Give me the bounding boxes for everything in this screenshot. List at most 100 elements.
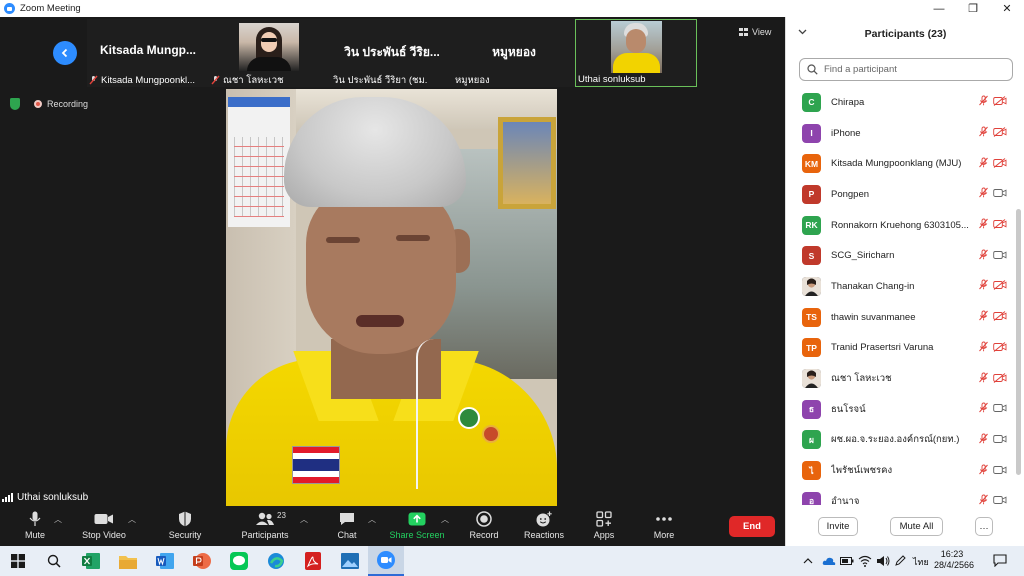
participant-row[interactable]: C Chirapa [786,87,1014,118]
mic-off-icon[interactable] [978,308,989,326]
participant-search[interactable] [799,58,1013,81]
more-button[interactable]: More [629,510,699,544]
file-explorer-icon[interactable] [118,551,138,571]
participant-photo [611,21,662,73]
end-meeting-button[interactable]: End [729,516,775,537]
thumbnail-tile-active-speaker[interactable]: Uthai sonluksub [575,19,697,87]
participants-button[interactable]: Participants [230,510,300,544]
taskbar-search-icon[interactable] [44,551,64,571]
pen-icon[interactable] [894,555,906,567]
mic-off-icon[interactable] [978,124,989,142]
participant-row[interactable]: TS thawin suvanmanee [786,302,1014,333]
participant-row[interactable]: P Pongpen [786,179,1014,210]
grid-view-icon [739,28,748,36]
zoom-taskbar-icon[interactable] [368,546,404,576]
cam-icon[interactable] [993,185,1007,203]
search-input[interactable] [824,64,1004,75]
mic-off-icon[interactable] [978,216,989,234]
wifi-icon[interactable] [858,555,872,567]
photos-icon[interactable] [340,551,360,571]
participant-list: C Chirapa IiPhone KM Kitsada Mungpoonklang (… [786,87,1014,505]
window-title: Zoom Meeting [20,3,81,14]
mute-options-caret[interactable]: ︿ [54,514,62,525]
participants-options-caret[interactable]: ︿ [300,514,308,525]
language-indicator[interactable]: ไทย [913,555,929,569]
system-clock[interactable]: 16:23 28/4/2566 [934,549,974,571]
cam-off-icon[interactable] [993,308,1007,326]
invite-button[interactable]: Invite [818,517,858,536]
mic-off-icon[interactable] [978,277,989,295]
mic-off-icon[interactable] [978,492,989,505]
close-button[interactable]: ✕ [990,0,1024,17]
thumbnail-tile[interactable]: Kitsada Mungp... Kitsada Mungpoonkl... [87,19,209,87]
volume-icon[interactable] [876,555,890,567]
restore-button[interactable]: ❐ [956,0,990,17]
cam-icon[interactable] [993,462,1007,480]
mic-off-icon[interactable] [978,247,989,265]
chat-options-caret[interactable]: ︿ [368,514,376,525]
mic-off-icon[interactable] [978,185,989,203]
cam-off-icon[interactable] [993,93,1007,111]
battery-icon[interactable] [840,556,854,566]
participant-row[interactable]: RK Ronnakorn Kruehong 6303105... [786,210,1014,241]
thumbnail-tile[interactable]: ณชา โลหะเวช [209,19,331,87]
participant-row[interactable]: TP Tranid Prasertsri Varuna [786,333,1014,364]
participant-row[interactable]: IiPhone [786,118,1014,149]
video-options-caret[interactable]: ︿ [128,514,136,525]
clock-time: 16:23 [940,549,964,559]
cam-icon[interactable] [993,247,1007,265]
apps-label: Apps [593,530,615,540]
participant-row[interactable]: KM Kitsada Mungpoonklang (MJU) [786,148,1014,179]
cam-icon[interactable] [993,431,1007,449]
participant-name: SCG_Siricharn [831,250,895,262]
notification-icon[interactable] [993,554,1007,567]
mute-all-button[interactable]: Mute All [890,517,943,536]
mic-off-icon[interactable] [978,431,989,449]
participant-name: ณชา โลหะเวช [831,373,892,385]
word-icon[interactable] [155,551,175,571]
shield-icon[interactable] [10,98,20,110]
cam-off-icon[interactable] [993,124,1007,142]
mic-off-icon[interactable] [978,155,989,173]
cam-icon[interactable] [993,400,1007,418]
participant-row[interactable]: อ อำนาจ [786,486,1014,505]
edge-icon[interactable] [266,551,286,571]
view-button[interactable]: View [739,27,771,37]
line-app-icon[interactable] [229,551,249,571]
cam-off-icon[interactable] [993,155,1007,173]
cam-off-icon[interactable] [993,370,1007,388]
mic-off-icon[interactable] [978,400,989,418]
mic-off-icon[interactable] [978,370,989,388]
recording-indicator[interactable]: Recording [34,99,88,109]
cam-off-icon[interactable] [993,339,1007,357]
thumbnail-tile[interactable]: หมูหยอง หมูหยอง [453,19,575,87]
powerpoint-icon[interactable] [192,551,212,571]
mic-off-icon[interactable] [978,462,989,480]
more-icon [655,510,673,528]
share-options-caret[interactable]: ︿ [441,514,449,525]
windows-start-icon[interactable] [8,551,28,571]
participant-row[interactable]: ไ ไพรัชน์เพชรคง [786,455,1014,486]
thumbnail-tile[interactable]: วิน ประพันธ์ วีริย... วิน ประพันธ์ วีริย… [331,19,453,87]
back-chevron-icon[interactable] [53,41,77,65]
excel-icon[interactable] [81,551,101,571]
mic-off-icon[interactable] [978,93,989,111]
mic-off-icon[interactable] [978,339,989,357]
participant-row[interactable]: S SCG_Siricharn [786,240,1014,271]
panel-more-button[interactable]: … [975,517,993,536]
minimize-button[interactable]: — [922,0,956,17]
participant-list-scrollbar[interactable] [1016,209,1021,475]
cam-icon[interactable] [993,492,1007,505]
participant-row[interactable]: ณชา โลหะเวช [786,363,1014,394]
onedrive-icon[interactable] [822,556,836,566]
participant-name: Thanakan Chang-in [831,280,915,292]
cam-off-icon[interactable] [993,277,1007,295]
security-button[interactable]: Security [150,510,220,544]
participant-row[interactable]: ธ ธนโรจน์ [786,394,1014,425]
tray-expand-icon[interactable] [803,557,813,565]
cam-off-icon[interactable] [993,216,1007,234]
acrobat-icon[interactable] [303,551,323,571]
participant-row[interactable]: Thanakan Chang-in [786,271,1014,302]
participant-row[interactable]: ผ ผช.ผอ.จ.ระยอง.องค์กรณ์(กยท.) [786,425,1014,456]
reactions-label: Reactions [523,530,565,540]
